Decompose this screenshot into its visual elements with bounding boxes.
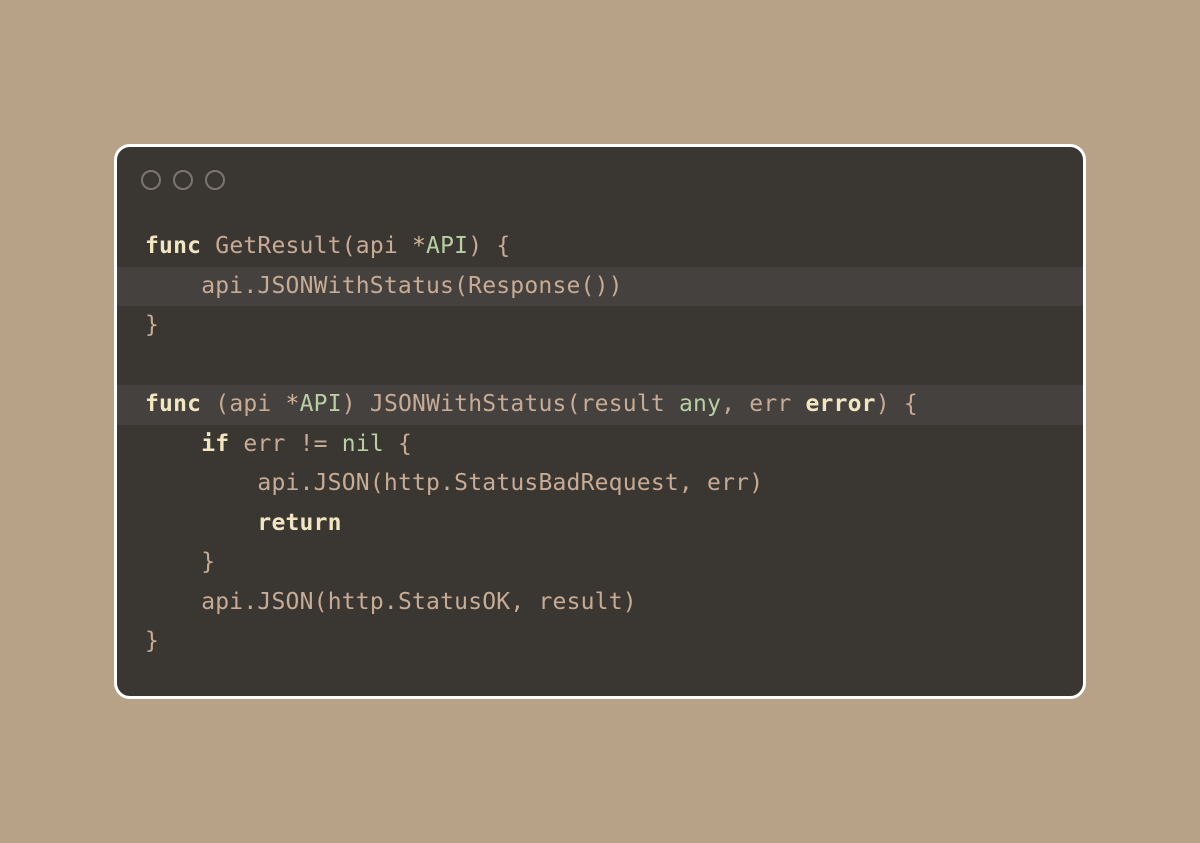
code-line-highlighted: api.JSONWithStatus(Response()) bbox=[117, 267, 1083, 307]
code-line: api.JSON(http.StatusOK, result) bbox=[117, 583, 1083, 623]
editor-window: func GetResult(api *API) { api.JSONWithS… bbox=[114, 144, 1086, 699]
code-line: } bbox=[117, 622, 1083, 662]
function-name: GetResult bbox=[215, 233, 341, 259]
param-name: api bbox=[356, 233, 398, 259]
code-line: func GetResult(api *API) { bbox=[117, 227, 1083, 267]
keyword-return: return bbox=[257, 510, 341, 536]
keyword-if: if bbox=[201, 431, 229, 457]
code-editor[interactable]: func GetResult(api *API) { api.JSONWithS… bbox=[117, 213, 1083, 696]
keyword-func: func bbox=[145, 391, 201, 417]
keyword-func: func bbox=[145, 233, 201, 259]
code-line-blank bbox=[117, 346, 1083, 386]
code-line: } bbox=[117, 543, 1083, 583]
code-line-highlighted: func (api *API) JSONWithStatus(result an… bbox=[117, 385, 1083, 425]
minimize-icon[interactable] bbox=[173, 170, 193, 190]
type-name: API bbox=[426, 233, 468, 259]
code-line: } bbox=[117, 306, 1083, 346]
code-line: api.JSON(http.StatusBadRequest, err) bbox=[117, 464, 1083, 504]
code-line: return bbox=[117, 504, 1083, 544]
titlebar bbox=[117, 147, 1083, 213]
close-icon[interactable] bbox=[141, 170, 161, 190]
code-line: if err != nil { bbox=[117, 425, 1083, 465]
literal-nil: nil bbox=[342, 431, 384, 457]
maximize-icon[interactable] bbox=[205, 170, 225, 190]
